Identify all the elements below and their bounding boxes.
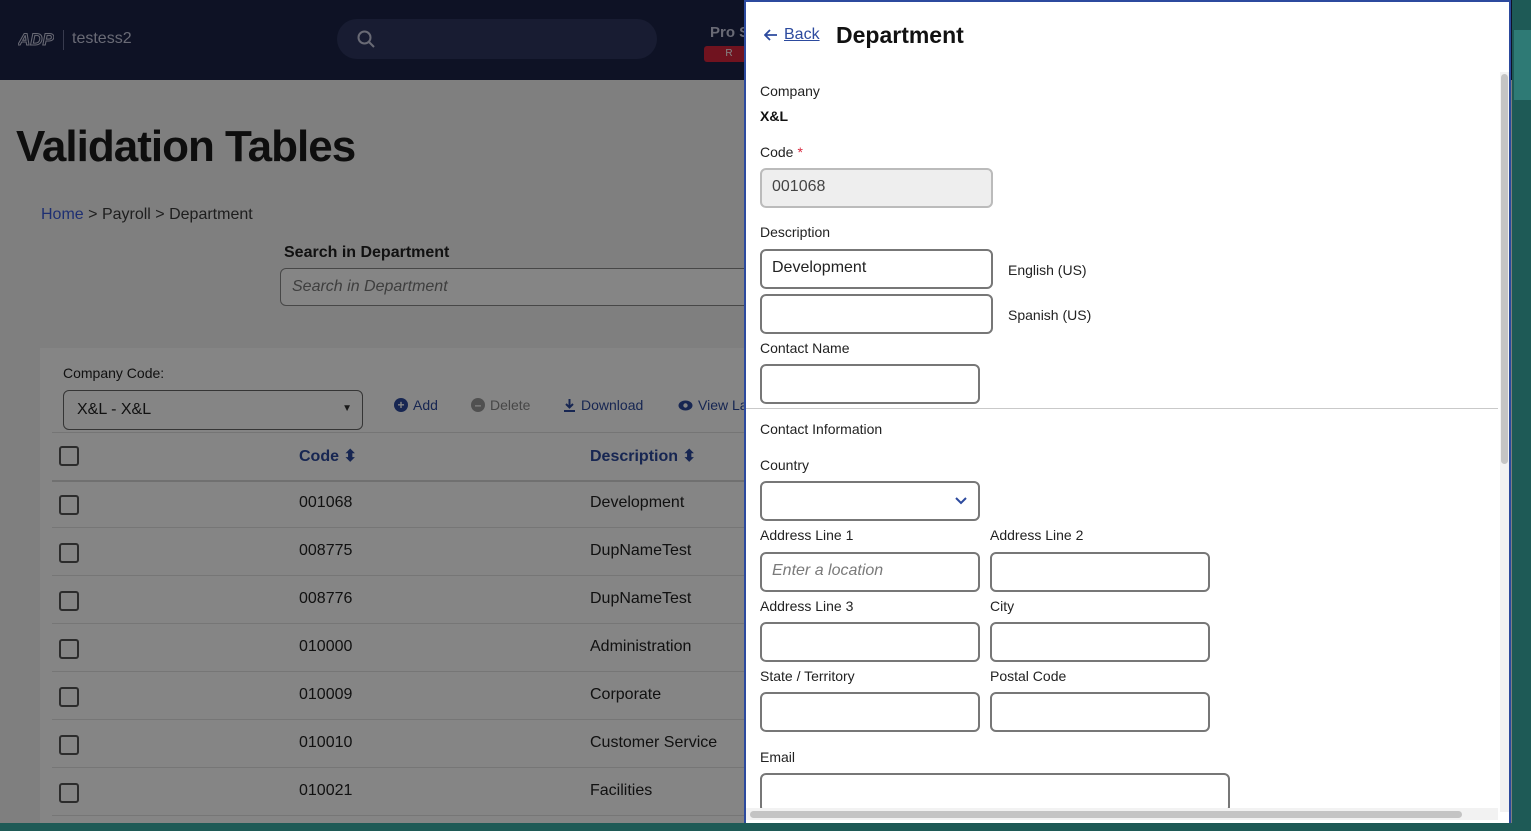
spanish-language-label: Spanish (US) — [1008, 307, 1092, 323]
contact-name-label: Contact Name — [760, 340, 850, 356]
scrollbar-thumb[interactable] — [1514, 30, 1531, 100]
description-english-field[interactable]: Development — [760, 249, 993, 289]
contact-information-heading: Contact Information — [760, 421, 883, 437]
scrollbar-thumb[interactable] — [1501, 74, 1508, 464]
country-label: Country — [760, 457, 810, 473]
company-value: X&L — [760, 108, 788, 124]
back-link[interactable]: Back — [764, 26, 820, 44]
description-label: Description — [760, 224, 831, 240]
contact-name-field[interactable] — [760, 364, 980, 404]
address-line-1-field[interactable]: Enter a location — [760, 552, 980, 592]
section-divider — [746, 408, 1498, 409]
address-line-2-field[interactable] — [990, 552, 1210, 592]
state-territory-label: State / Territory — [760, 668, 855, 684]
address-line-3-field[interactable] — [760, 622, 980, 662]
email-label: Email — [760, 749, 796, 765]
back-label: Back — [784, 26, 820, 43]
chevron-down-icon — [955, 497, 967, 505]
company-label: Company — [760, 83, 820, 99]
page-scrollbar[interactable] — [1512, 0, 1531, 831]
panel-title: Department — [836, 22, 964, 48]
panel-vertical-scrollbar[interactable] — [1500, 72, 1509, 812]
email-field[interactable] — [760, 773, 1230, 813]
address-line-3-label: Address Line 3 — [760, 598, 854, 614]
address-line-2-label: Address Line 2 — [990, 527, 1084, 543]
postal-code-label: Postal Code — [990, 668, 1067, 684]
required-marker: * — [797, 144, 803, 160]
description-spanish-field[interactable] — [760, 294, 993, 334]
arrow-left-icon — [764, 29, 777, 41]
code-field: 001068 — [760, 168, 993, 208]
country-select[interactable] — [760, 481, 980, 521]
panel-horizontal-scrollbar[interactable] — [746, 808, 1498, 820]
city-field[interactable] — [990, 622, 1210, 662]
address-line-1-label: Address Line 1 — [760, 527, 854, 543]
department-side-panel: Back Department Company X&L Code * 001068… — [744, 0, 1511, 823]
city-label: City — [990, 598, 1015, 614]
code-label: Code * — [760, 144, 803, 160]
state-territory-field[interactable] — [760, 692, 980, 732]
scrollbar-thumb[interactable] — [750, 811, 1462, 818]
english-language-label: English (US) — [1008, 262, 1087, 278]
postal-code-field[interactable] — [990, 692, 1210, 732]
